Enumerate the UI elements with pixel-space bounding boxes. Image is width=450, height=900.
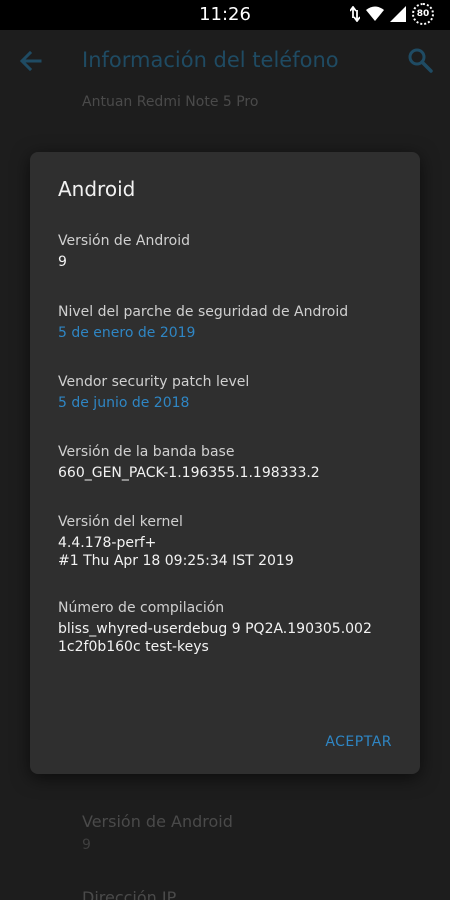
accept-button[interactable]: ACEPTAR bbox=[323, 730, 394, 754]
back-arrow-icon[interactable] bbox=[18, 48, 44, 74]
info-label: Versión de la banda base bbox=[58, 444, 235, 460]
info-value: 9 bbox=[58, 254, 67, 270]
info-value-link[interactable]: 5 de junio de 2018 bbox=[58, 394, 398, 412]
info-label: Número de compilación bbox=[58, 600, 225, 616]
battery-level: 80 bbox=[416, 9, 430, 19]
info-label: Versión del kernel bbox=[58, 514, 183, 530]
battery-icon: 80 bbox=[412, 3, 434, 25]
list-item-value: 9 bbox=[82, 837, 91, 853]
wifi-icon bbox=[366, 6, 384, 22]
info-vendor-patch[interactable]: Vendor security patch level 5 de junio d… bbox=[58, 373, 398, 412]
signal-icon bbox=[390, 6, 406, 22]
status-bar: 11:26 80 bbox=[0, 0, 450, 30]
phone-screen: 11:26 80 Información del teléfono Antuan… bbox=[0, 0, 450, 900]
status-icons: 80 bbox=[350, 3, 434, 25]
search-icon[interactable] bbox=[406, 46, 434, 74]
info-label: Versión de Android bbox=[58, 233, 191, 249]
data-sync-icon bbox=[350, 6, 360, 22]
android-info-dialog: Android Versión de Android 9 Nivel del p… bbox=[30, 152, 420, 774]
info-android-version: Versión de Android 9 bbox=[58, 232, 398, 271]
info-build-number: Número de compilación bliss_whyred-userd… bbox=[58, 599, 398, 656]
list-item-ip-address[interactable]: Dirección IP bbox=[82, 888, 176, 900]
info-security-patch[interactable]: Nivel del parche de seguridad de Android… bbox=[58, 303, 398, 342]
info-label: Vendor security patch level bbox=[58, 374, 250, 390]
device-name: Antuan Redmi Note 5 Pro bbox=[82, 94, 259, 110]
info-value: bliss_whyred-userdebug 9 PQ2A.190305.002… bbox=[58, 621, 372, 655]
info-kernel-version: Versión del kernel 4.4.178-perf+ #1 Thu … bbox=[58, 513, 398, 570]
page-title: Información del teléfono bbox=[82, 48, 339, 72]
dialog-title: Android bbox=[58, 177, 136, 201]
info-baseband-version: Versión de la banda base 660_GEN_PACK-1.… bbox=[58, 443, 398, 482]
list-item-title: Versión de Android bbox=[82, 812, 233, 831]
list-item-title: Dirección IP bbox=[82, 888, 177, 900]
info-value-link[interactable]: 5 de enero de 2019 bbox=[58, 324, 398, 342]
info-label: Nivel del parche de seguridad de Android bbox=[58, 304, 349, 320]
list-item-android-version[interactable]: Versión de Android 9 bbox=[82, 812, 233, 853]
info-value: 4.4.178-perf+ #1 Thu Apr 18 09:25:34 IST… bbox=[58, 535, 294, 569]
info-value: 660_GEN_PACK-1.196355.1.198333.2 bbox=[58, 465, 320, 481]
app-bar: Información del teléfono bbox=[0, 30, 450, 92]
